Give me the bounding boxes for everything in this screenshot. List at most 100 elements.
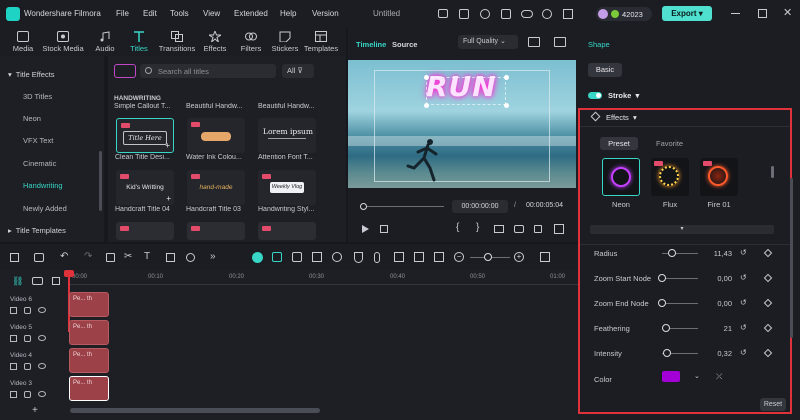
timeline-layout-icon[interactable]: [540, 252, 550, 262]
undo-icon[interactable]: ↶: [60, 251, 68, 262]
resize-handle[interactable]: [424, 75, 429, 80]
expand-icon[interactable]: [554, 224, 564, 234]
crop-icon[interactable]: [166, 253, 175, 262]
credits-pill[interactable]: 42023: [596, 7, 652, 21]
color-dropdown-icon[interactable]: ⌄: [694, 372, 700, 380]
add-track-button[interactable]: +: [32, 405, 38, 416]
stop-icon[interactable]: [380, 225, 388, 233]
tab-favorite[interactable]: Favorite: [656, 139, 683, 148]
filter-all-dropdown[interactable]: All ⊽: [282, 64, 314, 78]
tool-titles[interactable]: Titles: [118, 28, 160, 56]
audio-mix-icon[interactable]: [394, 252, 404, 262]
subtitle-icon[interactable]: [414, 252, 424, 262]
resize-handle[interactable]: [504, 75, 509, 80]
playhead-handle[interactable]: [64, 270, 74, 277]
timeline-clip[interactable]: Pe... th: [69, 320, 109, 345]
property-slider-knob[interactable]: [668, 249, 676, 257]
menu-version[interactable]: Version: [312, 9, 339, 18]
sidebar-section-title-templates[interactable]: ▸ Title Templates: [0, 220, 104, 242]
reset-button[interactable]: Reset: [760, 398, 786, 411]
eye-icon[interactable]: [38, 307, 46, 313]
track-settings-icon[interactable]: [52, 277, 60, 285]
resize-handle[interactable]: [424, 103, 429, 108]
sidebar-item-vfx-text[interactable]: VFX Text: [0, 130, 104, 152]
title-thumb-partial[interactable]: [187, 222, 245, 240]
tool-stock-media[interactable]: Stock Media: [42, 28, 84, 56]
property-value[interactable]: 0,32: [692, 349, 732, 358]
tool-transitions[interactable]: Transitions: [156, 28, 198, 56]
current-timecode[interactable]: 00:00:00:00: [452, 200, 508, 213]
gift-icon[interactable]: [438, 9, 448, 18]
zoom-in-icon[interactable]: +: [514, 252, 524, 262]
title-thumb-clean-title[interactable]: Title Here +: [116, 118, 174, 153]
property-value[interactable]: 0,00: [692, 299, 732, 308]
share-icon[interactable]: [459, 9, 469, 19]
title-thumb-handwriting-style[interactable]: Weekly Vlog: [258, 170, 316, 205]
title-thumb-handcraft-03[interactable]: hand-made: [187, 170, 245, 205]
maximize-icon[interactable]: [758, 9, 767, 18]
mark-in-icon[interactable]: {: [456, 222, 459, 233]
property-slider-knob[interactable]: [663, 349, 671, 357]
title-thumb-handcraft-04[interactable]: Kid's Writting +: [116, 170, 174, 205]
property-slider-knob[interactable]: [658, 274, 666, 282]
menu-extended[interactable]: Extended: [234, 9, 268, 18]
timeline-clip-selected[interactable]: Pe... th: [69, 376, 109, 401]
mark-out-icon[interactable]: }: [476, 222, 479, 233]
mute-icon[interactable]: [24, 335, 31, 342]
property-value[interactable]: 21: [692, 324, 732, 333]
camera-icon[interactable]: [514, 225, 524, 233]
ai-tool-icon[interactable]: [292, 252, 302, 262]
menu-file[interactable]: File: [116, 9, 129, 18]
reset-property-icon[interactable]: ↺: [740, 248, 747, 257]
expand-presets-button[interactable]: ▾: [590, 225, 774, 234]
reset-property-icon[interactable]: ↺: [740, 323, 747, 332]
close-icon[interactable]: ✕: [783, 6, 792, 19]
layout-grid-icon[interactable]: [10, 253, 19, 262]
magnet-snap-icon[interactable]: [252, 252, 263, 263]
minimize-icon[interactable]: [731, 13, 740, 14]
effects-section[interactable]: Effects ▾: [606, 113, 637, 122]
title-thumb-water-ink[interactable]: [187, 118, 245, 153]
sidebar-item-cinematic[interactable]: Cinematic: [0, 153, 104, 175]
sidebar-item-newly-added[interactable]: Newly Added: [0, 198, 104, 220]
title-thumb-attention-font[interactable]: Lorem ipsum: [258, 118, 316, 153]
apps-icon[interactable]: [563, 9, 573, 19]
tool-media[interactable]: Media: [2, 28, 44, 56]
redo-icon[interactable]: ↷: [84, 251, 92, 262]
preview-scrubber[interactable]: [362, 206, 444, 207]
zoom-slider-knob[interactable]: [484, 253, 492, 261]
tab-source[interactable]: Source: [392, 40, 417, 49]
zoom-out-icon[interactable]: −: [454, 252, 464, 262]
color-swatch[interactable]: [662, 371, 680, 382]
fullscreen-preview-icon[interactable]: [494, 225, 504, 233]
tab-timeline[interactable]: Timeline: [356, 40, 386, 49]
tab-shape[interactable]: Shape: [588, 40, 610, 49]
microphone-icon[interactable]: [374, 252, 380, 263]
folder-icon[interactable]: [114, 64, 136, 78]
stroke-toggle[interactable]: [588, 92, 602, 99]
cut-icon[interactable]: ✂: [124, 251, 132, 262]
play-icon[interactable]: [362, 225, 369, 233]
timeline-clip[interactable]: Pe... th: [69, 292, 109, 317]
media-select-icon[interactable]: [34, 253, 44, 262]
time-ruler[interactable]: 00:00 00:10 00:20 00:30 00:40 00:50 01:0…: [68, 270, 578, 290]
grid-view-icon[interactable]: [528, 37, 540, 47]
video-canvas[interactable]: RUN: [348, 60, 576, 188]
link-icon[interactable]: ⛓: [12, 276, 23, 287]
search-input[interactable]: Search all titles: [140, 64, 276, 78]
mute-icon[interactable]: [24, 307, 31, 314]
scrubber-knob[interactable]: [360, 203, 367, 210]
eye-icon[interactable]: [38, 363, 46, 369]
eye-icon[interactable]: [38, 335, 46, 341]
preset-flux[interactable]: [651, 158, 689, 196]
resize-handle[interactable]: [504, 103, 509, 108]
property-value[interactable]: 11,43: [692, 249, 732, 258]
mute-icon[interactable]: [24, 391, 31, 398]
tool-templates[interactable]: Templates: [300, 28, 342, 56]
marker-icon[interactable]: [272, 252, 282, 262]
mute-icon[interactable]: [24, 363, 31, 370]
lightbulb-icon[interactable]: [480, 9, 490, 19]
color-tool-icon[interactable]: [332, 252, 342, 262]
tab-preset[interactable]: Preset: [600, 137, 638, 150]
render-icon[interactable]: [312, 252, 322, 262]
